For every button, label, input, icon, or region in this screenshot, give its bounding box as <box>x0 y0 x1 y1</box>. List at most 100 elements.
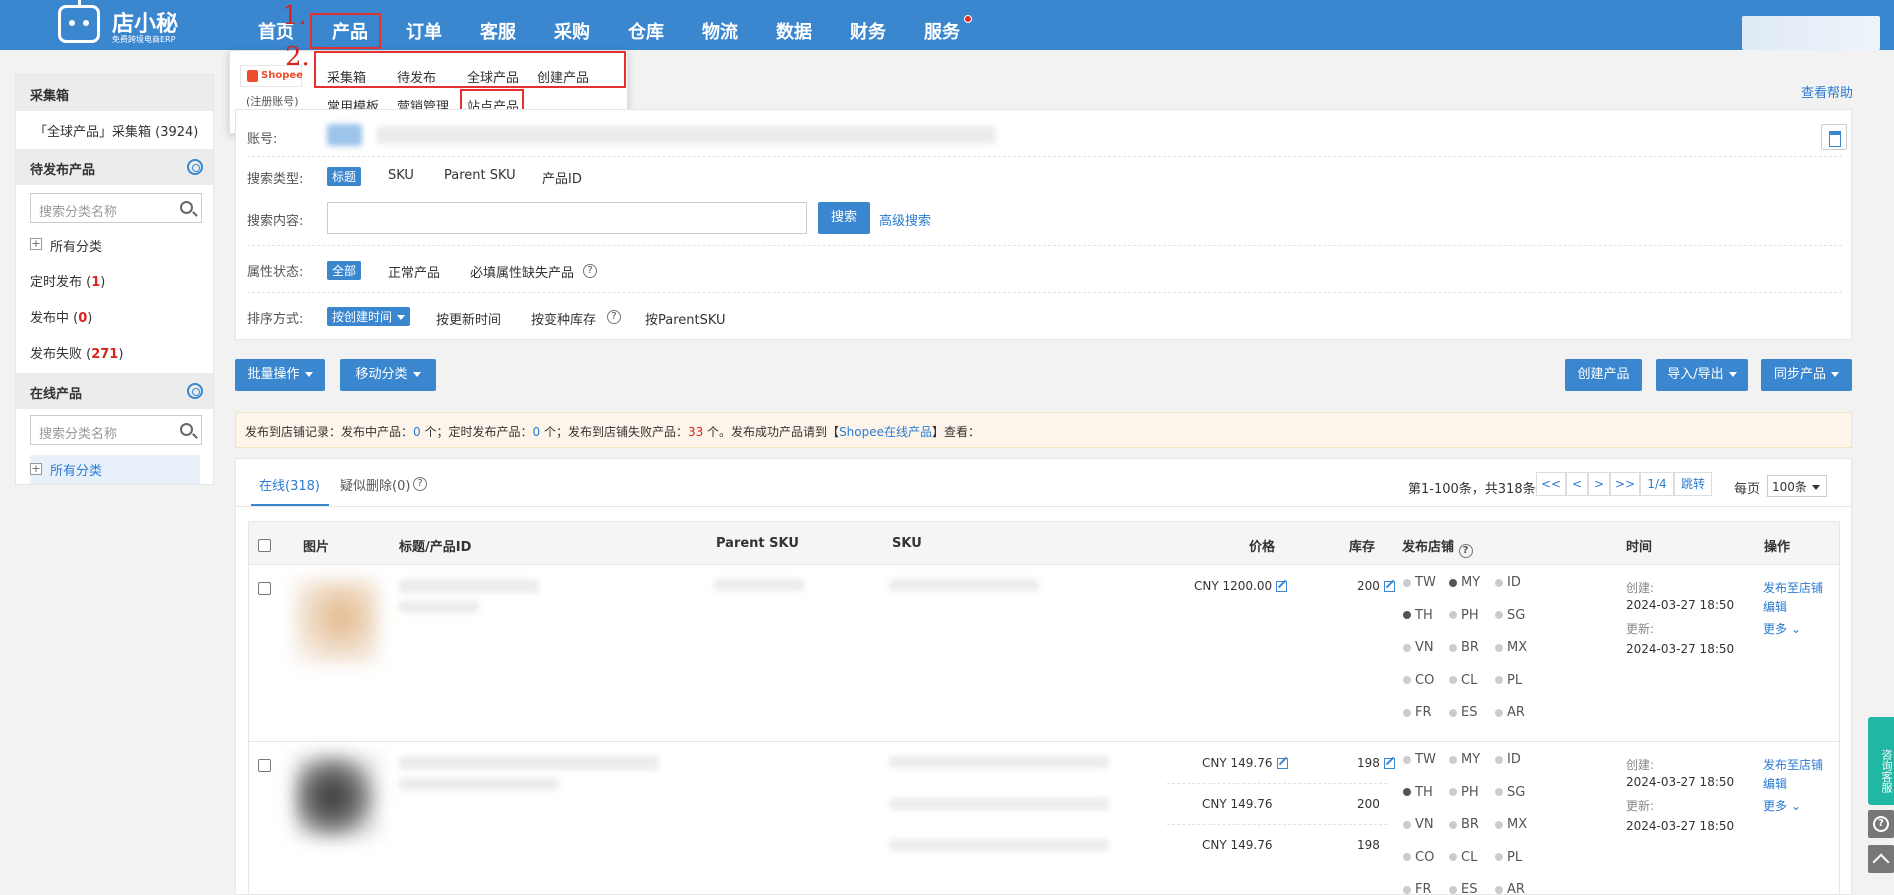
sort-by-created[interactable]: 按创建时间 <box>327 307 411 326</box>
publish-to-store-link[interactable]: 发布至店铺 <box>1763 756 1823 773</box>
edit-icon[interactable] <box>1383 581 1395 592</box>
user-account-box[interactable] <box>1742 16 1880 50</box>
divider <box>247 156 1842 157</box>
search-type-title[interactable]: 标题 <box>327 167 362 186</box>
view-help-link[interactable]: 查看帮助 <box>1801 82 1853 101</box>
online-category-search[interactable]: 搜索分类名称 <box>30 415 202 445</box>
collapse-panel-icon[interactable] <box>1821 124 1847 150</box>
product-image-blurred[interactable] <box>294 579 379 664</box>
online-settings-gear-icon[interactable] <box>187 383 203 399</box>
publish-to-store-link[interactable]: 发布至店铺 <box>1763 579 1823 596</box>
account-option-blurred[interactable] <box>327 124 362 146</box>
store-ph: PH <box>1449 785 1479 800</box>
nav-services[interactable]: 服务 <box>924 18 960 44</box>
sort-by-variant-stock[interactable]: 按变种库存 <box>531 309 596 328</box>
page-first-button[interactable]: << <box>1536 472 1566 496</box>
expand-plus-icon[interactable]: + <box>30 463 42 475</box>
price-value[interactable]: CNY 1200.00 <box>1194 579 1288 593</box>
sidebar-item-global-collect[interactable]: 「全球产品」采集箱 (3924) <box>34 121 198 140</box>
updated-time: 2024-03-27 18:50 <box>1626 642 1735 656</box>
search-type-sku[interactable]: SKU <box>388 168 414 183</box>
page-jump-button[interactable]: 跳转 <box>1674 472 1712 496</box>
per-page-label: 每页 <box>1734 482 1761 497</box>
sort-by-parent-sku[interactable]: 按ParentSKU <box>645 309 726 328</box>
search-icon[interactable] <box>180 201 193 214</box>
create-product-button[interactable]: 创建产品 <box>1565 359 1642 391</box>
tab-suspected-deleted[interactable]: 疑似删除(0) <box>340 475 410 494</box>
sidebar-item-publishing[interactable]: 发布中 (0) <box>30 307 92 326</box>
updated-label: 更新: <box>1626 799 1655 813</box>
created-time: 2024-03-27 18:50 <box>1626 775 1735 789</box>
pending-category-search[interactable]: 搜索分类名称 <box>30 193 202 223</box>
nav-warehouse[interactable]: 仓库 <box>628 18 664 44</box>
row-checkbox[interactable] <box>258 582 271 595</box>
nav-logistics[interactable]: 物流 <box>702 18 738 44</box>
logo[interactable]: 店小秘 免费跨境电商ERP <box>56 0 186 48</box>
sync-products-button[interactable]: 同步产品 <box>1761 359 1852 391</box>
page-next-button[interactable]: > <box>1588 472 1610 496</box>
move-category-button[interactable]: 移动分类 <box>340 359 436 391</box>
question-icon[interactable]: ? <box>583 264 597 278</box>
stock-value[interactable]: 198 <box>1357 756 1395 770</box>
expand-plus-icon[interactable]: + <box>30 238 42 250</box>
nav-data[interactable]: 数据 <box>776 18 812 44</box>
title-blurred[interactable] <box>399 756 659 770</box>
price-value[interactable]: CNY 149.76 <box>1202 756 1288 770</box>
search-content-input[interactable] <box>327 202 807 234</box>
store-es: ES <box>1449 705 1477 720</box>
edit-link[interactable]: 编辑 <box>1763 598 1787 615</box>
sku-blurred <box>889 798 1109 810</box>
pending-settings-gear-icon[interactable] <box>187 159 203 175</box>
title-blurred[interactable] <box>399 579 539 593</box>
nav-orders[interactable]: 订单 <box>406 18 442 44</box>
nav-finance[interactable]: 财务 <box>850 18 886 44</box>
page-indicator[interactable]: 1/4 <box>1640 472 1674 496</box>
edit-icon[interactable] <box>1276 581 1288 592</box>
edit-icon[interactable] <box>1276 758 1288 769</box>
back-to-top-button[interactable] <box>1868 845 1894 873</box>
question-icon[interactable]: ? <box>413 477 427 491</box>
search-type-product-id[interactable]: 产品ID <box>542 168 582 187</box>
store-vn: VN <box>1403 817 1434 832</box>
row-checkbox[interactable] <box>258 759 271 772</box>
pending-all-categories[interactable]: 所有分类 <box>50 236 102 255</box>
register-account-note[interactable]: (注册账号) <box>246 93 299 109</box>
question-icon[interactable]: ? <box>607 310 621 324</box>
tab-online[interactable]: 在线(318) <box>259 475 320 494</box>
sidebar-item-failed[interactable]: 发布失败 (271) <box>30 343 123 362</box>
edit-icon[interactable] <box>1383 758 1395 769</box>
search-icon[interactable] <box>180 423 193 436</box>
more-link[interactable]: 更多 ⌄ <box>1763 797 1801 814</box>
price-value: CNY 149.76 <box>1202 838 1273 852</box>
search-type-parent-sku[interactable]: Parent SKU <box>444 168 516 183</box>
import-export-button[interactable]: 导入/导出 <box>1656 359 1748 391</box>
per-page-select[interactable]: 100条 <box>1767 475 1827 497</box>
product-image-blurred[interactable] <box>294 754 379 839</box>
sidebar-item-scheduled[interactable]: 定时发布 (1) <box>30 271 105 290</box>
edit-link[interactable]: 编辑 <box>1763 775 1787 792</box>
online-all-categories[interactable]: 所有分类 <box>50 460 102 479</box>
question-icon[interactable]: ? <box>1458 544 1473 558</box>
advanced-search-link[interactable]: 高级搜索 <box>879 210 931 229</box>
sort-by-updated[interactable]: 按更新时间 <box>436 309 501 328</box>
account-list-blurred[interactable] <box>376 126 996 144</box>
batch-operations-button[interactable]: 批量操作 <box>235 359 325 391</box>
page-prev-button[interactable]: < <box>1566 472 1588 496</box>
sidebar-head-collect: 采集箱 <box>16 75 213 111</box>
attr-option-missing[interactable]: 必填属性缺失产品 <box>470 262 574 281</box>
help-float-button[interactable]: ? <box>1868 810 1894 838</box>
shopee-online-link[interactable]: Shopee在线产品 <box>839 425 932 439</box>
search-button[interactable]: 搜索 <box>818 202 870 234</box>
nav-purchase[interactable]: 采购 <box>554 18 590 44</box>
store-th: TH <box>1403 608 1433 623</box>
page-last-button[interactable]: >> <box>1610 472 1640 496</box>
attr-option-all[interactable]: 全部 <box>327 261 362 280</box>
attr-option-normal[interactable]: 正常产品 <box>388 262 440 281</box>
more-link[interactable]: 更多 ⌄ <box>1763 620 1801 637</box>
nav-customer-service[interactable]: 客服 <box>480 18 516 44</box>
store-status-dot <box>1449 578 1457 587</box>
select-all-checkbox[interactable] <box>258 539 271 552</box>
customer-service-button[interactable]: 咨询客服 <box>1868 717 1894 805</box>
stock-value[interactable]: 200 <box>1357 579 1395 593</box>
store-status-dot <box>1495 853 1503 861</box>
